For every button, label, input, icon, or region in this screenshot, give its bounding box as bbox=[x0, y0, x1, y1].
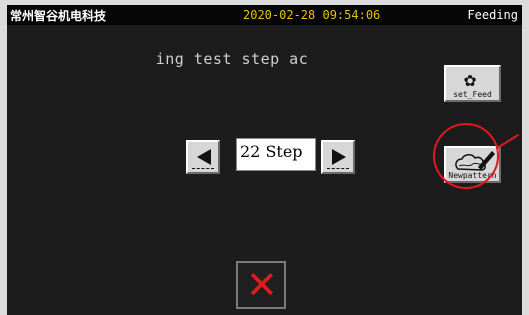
dash-line bbox=[327, 168, 349, 169]
status-bar: 常州智谷机电科技 2020-02-28 09:54:06 Feeding bbox=[7, 5, 522, 25]
dash-line bbox=[192, 168, 214, 169]
datetime-display: 2020-02-28 09:54:06 bbox=[243, 8, 381, 22]
step-value-field[interactable]: 22 Step bbox=[236, 138, 316, 171]
flower-icon: ✿ bbox=[464, 67, 477, 91]
set-feed-label: set_Feed bbox=[453, 90, 492, 99]
close-button[interactable]: ✕ bbox=[236, 261, 286, 309]
mode-label: Feeding bbox=[467, 8, 518, 22]
arrow-left-icon bbox=[197, 149, 211, 165]
brand-name: 常州智谷机电科技 bbox=[10, 9, 107, 23]
set-feed-button[interactable]: ✿ set_Feed bbox=[444, 65, 501, 102]
close-icon: ✕ bbox=[246, 263, 278, 307]
step-decrease-button[interactable] bbox=[186, 140, 220, 174]
highlight-pointer-line bbox=[497, 133, 520, 149]
arrow-right-icon bbox=[332, 149, 346, 165]
step-increase-button[interactable] bbox=[321, 140, 355, 174]
highlight-circle bbox=[433, 123, 499, 189]
status-message: ing test step ac bbox=[155, 50, 309, 68]
machine-screen: 常州智谷机电科技 2020-02-28 09:54:06 Feeding ing… bbox=[7, 5, 522, 315]
